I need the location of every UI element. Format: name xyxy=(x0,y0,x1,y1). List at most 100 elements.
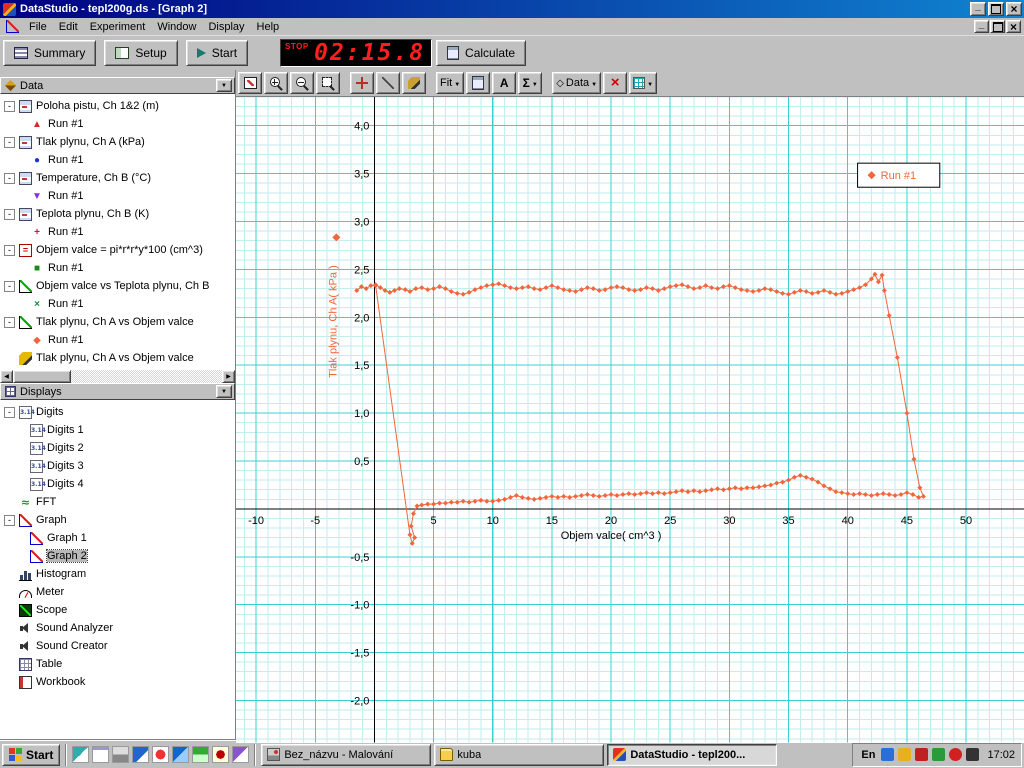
chart-legend[interactable]: Run #1 xyxy=(857,162,941,188)
display-item-graph-1[interactable]: Graph 1 xyxy=(0,529,235,547)
chart-canvas[interactable]: -10 -5 5 10 15 20 25 30 35 40 45 50 4,0 3,5 3,0 2,5 2,0 1… xyxy=(236,97,1024,743)
run-item[interactable]: ▲ Run #1 xyxy=(0,115,235,133)
zoom-select-button[interactable] xyxy=(316,72,340,94)
menu-edit[interactable]: Edit xyxy=(53,19,84,35)
run-item[interactable]: ▼ Run #1 xyxy=(0,187,235,205)
tray-icon-1[interactable] xyxy=(881,748,895,761)
menu-window[interactable]: Window xyxy=(151,19,202,35)
mdi-restore-button[interactable] xyxy=(990,20,1005,33)
menu-experiment[interactable]: Experiment xyxy=(84,19,152,35)
display-item-digits-1[interactable]: Digits 1 xyxy=(0,421,235,439)
collapse-toggle[interactable]: - xyxy=(4,316,15,328)
quicklaunch-icon-8[interactable] xyxy=(212,746,230,763)
collapse-toggle[interactable]: - xyxy=(4,208,15,220)
maximize-button[interactable] xyxy=(988,2,1004,16)
collapse-toggle[interactable]: - xyxy=(4,514,15,526)
fit-menu-button[interactable]: Fit xyxy=(436,72,465,94)
summary-button[interactable]: Summary xyxy=(3,40,97,66)
scroll-right-button[interactable]: ▶ xyxy=(222,370,235,383)
tray-icon-2[interactable] xyxy=(898,748,912,761)
graph-settings-button[interactable] xyxy=(629,72,658,94)
tray-icon-5[interactable] xyxy=(949,748,963,761)
display-item-fft[interactable]: FFT xyxy=(0,493,235,511)
run-item[interactable]: ◆ Run #1 xyxy=(0,331,235,349)
task-button-datastudio[interactable]: DataStudio - tepl200... xyxy=(607,743,778,766)
display-item-workbook[interactable]: Workbook xyxy=(0,673,235,691)
data-item-poloha-pistu[interactable]: - Poloha pistu, Ch 1&2 (m) xyxy=(0,97,235,115)
collapse-toggle[interactable]: - xyxy=(4,172,15,184)
collapse-toggle[interactable]: - xyxy=(4,280,15,292)
text-tool-button[interactable]: A xyxy=(492,72,517,94)
quicklaunch-icon-1[interactable] xyxy=(72,746,90,763)
statistics-button[interactable]: Σ xyxy=(518,72,543,94)
collapse-toggle[interactable]: - xyxy=(4,100,15,112)
zoom-out-button[interactable] xyxy=(290,72,314,94)
smart-tool-button[interactable] xyxy=(350,72,374,94)
run-item[interactable]: ■ Run #1 xyxy=(0,259,235,277)
close-button[interactable] xyxy=(1006,2,1022,16)
quicklaunch-icon-5[interactable] xyxy=(152,746,170,763)
menu-help[interactable]: Help xyxy=(251,19,286,35)
start-button[interactable]: Start xyxy=(185,40,249,66)
collapse-toggle[interactable]: - xyxy=(4,244,15,256)
data-panel-menu-button[interactable] xyxy=(216,79,232,92)
display-item-sound-creator[interactable]: Sound Creator xyxy=(0,637,235,655)
display-item-graph-2[interactable]: Graph 2 xyxy=(0,547,235,565)
calculate-button[interactable]: Calculate xyxy=(436,40,527,66)
scale-to-fit-button[interactable] xyxy=(238,72,262,94)
tray-icon-3[interactable] xyxy=(915,748,929,761)
quicklaunch-icon-4[interactable] xyxy=(132,746,150,763)
display-item-histogram[interactable]: Histogram xyxy=(0,565,235,583)
calculate-tool-button[interactable] xyxy=(466,72,491,94)
menu-display[interactable]: Display xyxy=(202,19,250,35)
menu-file[interactable]: File xyxy=(23,19,53,35)
display-item-sound-analyzer[interactable]: Sound Analyzer xyxy=(0,619,235,637)
slope-tool-button[interactable] xyxy=(376,72,400,94)
display-item-meter[interactable]: Meter xyxy=(0,583,235,601)
collapse-toggle[interactable]: - xyxy=(4,136,15,148)
minimize-button[interactable] xyxy=(970,2,986,16)
data-item-tlak-vs-objem-2[interactable]: Tlak plynu, Ch A vs Objem valce xyxy=(0,349,235,367)
quicklaunch-icon-7[interactable] xyxy=(192,746,210,763)
keyboard-language-indicator[interactable]: En xyxy=(859,749,877,761)
display-item-digits-2[interactable]: Digits 2 xyxy=(0,439,235,457)
note-tool-button[interactable] xyxy=(402,72,426,94)
collapse-toggle[interactable]: - xyxy=(4,406,15,418)
data-item-objem-valce[interactable]: - Objem valce = pi*r*r*y*100 (cm^3) xyxy=(0,241,235,259)
display-item-graph[interactable]: - Graph xyxy=(0,511,235,529)
quicklaunch-icon-3[interactable] xyxy=(112,746,130,763)
displays-panel-header[interactable]: Displays xyxy=(0,383,235,400)
tray-icon-4[interactable] xyxy=(932,748,946,761)
data-item-tlak-plynu[interactable]: - Tlak plynu, Ch A (kPa) xyxy=(0,133,235,151)
display-item-digits-3[interactable]: Digits 3 xyxy=(0,457,235,475)
run-item[interactable]: + Run #1 xyxy=(0,223,235,241)
zoom-in-button[interactable] xyxy=(264,72,288,94)
display-item-scope[interactable]: Scope xyxy=(0,601,235,619)
run-item[interactable]: × Run #1 xyxy=(0,295,235,313)
data-menu-button[interactable]: Data xyxy=(552,72,602,94)
tray-icon-6[interactable] xyxy=(966,748,980,761)
start-menu-button[interactable]: Start xyxy=(2,743,61,766)
data-item-tlak-vs-objem[interactable]: - Tlak plynu, Ch A vs Objem valce xyxy=(0,313,235,331)
display-item-digits[interactable]: - Digits xyxy=(0,403,235,421)
quicklaunch-icon-9[interactable] xyxy=(232,746,250,763)
document-icon[interactable] xyxy=(6,20,19,33)
remove-button[interactable] xyxy=(603,72,628,94)
mdi-minimize-button[interactable] xyxy=(974,20,989,33)
setup-button[interactable]: Setup xyxy=(104,40,178,66)
chart-series-run1[interactable] xyxy=(354,271,926,546)
scrollbar-track[interactable] xyxy=(13,370,222,383)
displays-panel-menu-button[interactable] xyxy=(216,385,232,398)
data-item-objem-vs-teplota[interactable]: - Objem valce vs Teplota plynu, Ch B xyxy=(0,277,235,295)
data-panel-hscrollbar[interactable]: ◀ ▶ xyxy=(0,370,235,383)
run-item[interactable]: ● Run #1 xyxy=(0,151,235,169)
display-item-digits-4[interactable]: Digits 4 xyxy=(0,475,235,493)
quicklaunch-icon-2[interactable] xyxy=(92,746,110,763)
y-axis-label[interactable]: Tlak plynu, Ch A( kPa ) xyxy=(327,265,339,378)
x-axis-label[interactable]: Objem valce( cm^3 ) xyxy=(561,530,662,542)
data-panel-header[interactable]: Data xyxy=(0,77,235,94)
task-button-paint[interactable]: Bez_názvu - Malování xyxy=(261,743,432,766)
scroll-left-button[interactable]: ◀ xyxy=(0,370,13,383)
task-button-folder[interactable]: kuba xyxy=(434,743,605,766)
quicklaunch-icon-6[interactable] xyxy=(172,746,190,763)
